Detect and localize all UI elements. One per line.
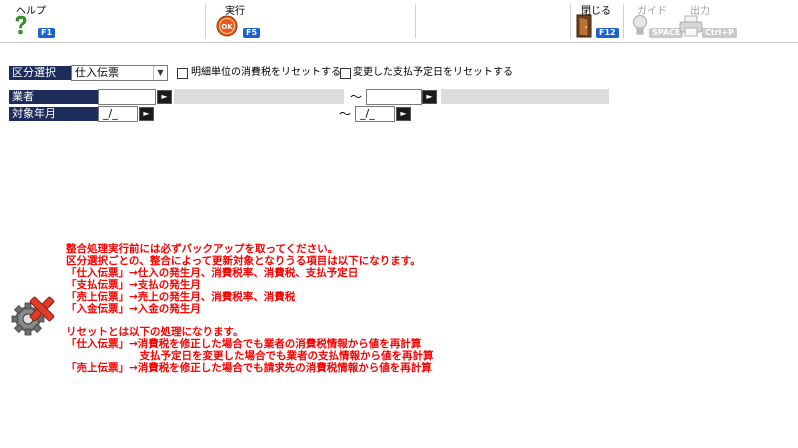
toolbar-separator: [415, 4, 416, 38]
reset-tax-label: 明細単位の消費税をリセットする: [191, 67, 341, 78]
close-button[interactable]: 閉じる F12: [573, 0, 621, 42]
output-key-badge: Ctrl+P: [702, 28, 737, 38]
message-line: 整合処理実行前には必ずバックアップを取ってください。: [66, 243, 339, 255]
message-line: 「売上伝票」→売上の発生月、消費税率、消費税: [66, 291, 296, 303]
vendor-from-lookup-button[interactable]: ►: [157, 90, 172, 104]
category-select-value: 仕入伝票: [75, 66, 119, 79]
reset-pay-date-checkbox[interactable]: [340, 68, 351, 79]
message-line: 「仕入伝票」→消費税を修正した場合でも業者の消費税情報から値を再計算: [66, 338, 422, 350]
vendor-from-input[interactable]: [98, 89, 156, 105]
lightbulb-icon: [633, 15, 647, 35]
period-to-value: _/_: [360, 107, 375, 120]
execute-key-badge: F5: [243, 28, 261, 38]
category-select[interactable]: 仕入伝票 ▼: [71, 65, 168, 81]
message-line: リセットとは以下の処理になります。: [66, 326, 244, 338]
period-to-picker-button[interactable]: ►: [396, 107, 411, 121]
range-separator: ～: [350, 90, 363, 104]
toolbar-separator: [570, 4, 571, 38]
door-icon: [576, 14, 592, 38]
vendor-from-name: [174, 89, 344, 104]
toolbar-separator: [205, 4, 206, 38]
svg-text:OK: OK: [221, 23, 233, 31]
notice-message: 整合処理実行前には必ずバックアップを取ってください。 区分選択ごとの、整合によっ…: [66, 243, 434, 374]
execute-button[interactable]: 実行 OK F5: [212, 0, 272, 42]
reset-pay-date-label: 変更した支払予定日をリセットする: [353, 67, 513, 78]
message-line: 区分選択ごとの、整合によって更新対象となりうる項目は以下になります。: [66, 255, 421, 267]
message-line: 「仕入伝票」→仕入の発生月、消費税率、消費税、支払予定日: [66, 267, 359, 279]
help-button[interactable]: ヘルプ F1: [4, 0, 56, 42]
vendor-label: 業者: [9, 90, 98, 104]
range-separator: ～: [339, 107, 352, 121]
chevron-down-icon[interactable]: ▼: [153, 66, 167, 80]
toolbar: ヘルプ F1 実行 OK F5 閉じる F12 ガイド SPACE 出力 Ctr…: [0, 0, 798, 43]
vendor-to-input[interactable]: [366, 89, 422, 105]
vendor-to-lookup-button[interactable]: ►: [422, 90, 437, 104]
question-icon: [15, 15, 27, 35]
vendor-to-name: [441, 89, 609, 104]
help-key-badge: F1: [38, 28, 56, 38]
gear-x-icon: [11, 296, 55, 336]
period-from-value: _/_: [103, 107, 118, 120]
period-to-input[interactable]: _/_: [355, 106, 395, 122]
period-from-input[interactable]: _/_: [98, 106, 138, 122]
message-line: [66, 315, 434, 326]
period-from-picker-button[interactable]: ►: [139, 107, 154, 121]
reset-tax-checkbox[interactable]: [177, 68, 188, 79]
message-line: 「入金伝票」→入金の発生月: [66, 303, 201, 315]
ok-icon: OK: [216, 15, 238, 37]
message-line: 「支払伝票」→支払の発生月: [66, 279, 201, 291]
message-line: 「売上伝票」→消費税を修正した場合でも請求先の消費税情報から値を再計算: [66, 362, 432, 374]
message-line: 支払予定日を変更した場合でも業者の支払情報から値を再計算: [66, 350, 434, 362]
output-button[interactable]: 出力 Ctrl+P: [676, 0, 737, 42]
category-select-label: 区分選択: [9, 66, 72, 80]
period-label: 対象年月: [9, 107, 98, 121]
guide-button[interactable]: ガイド SPACE: [624, 0, 684, 42]
close-key-badge: F12: [596, 28, 619, 38]
